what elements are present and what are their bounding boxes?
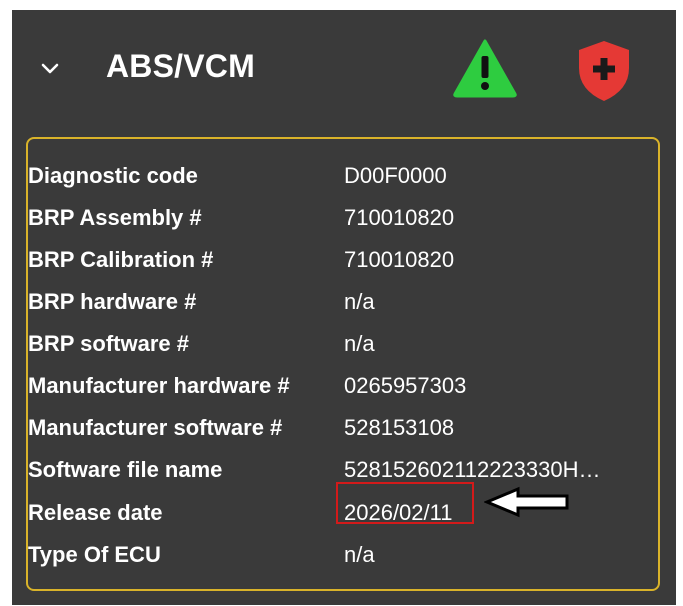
detail-row-manufacturer-software: Manufacturer software # 528153108 (28, 413, 638, 443)
detail-row-diagnostic-code: Diagnostic code D00F0000 (28, 161, 638, 191)
detail-label: BRP hardware # (28, 289, 197, 314)
detail-label: Release date (28, 500, 163, 525)
detail-label: BRP Assembly # (28, 205, 202, 230)
detail-label: Manufacturer software # (28, 415, 283, 440)
detail-row-brp-software: BRP software # n/a (28, 329, 638, 359)
detail-label: Manufacturer hardware # (28, 373, 290, 398)
detail-value: 710010820 (344, 205, 455, 230)
detail-value: n/a (344, 542, 375, 567)
detail-label: BRP Calibration # (28, 247, 214, 272)
chevron-down-icon[interactable] (38, 56, 62, 80)
release-date-highlight-box (336, 482, 474, 524)
detail-label: BRP software # (28, 331, 189, 356)
detail-row-brp-calibration: BRP Calibration # 710010820 (28, 245, 638, 275)
detail-label: Diagnostic code (28, 163, 198, 188)
warning-triangle-icon[interactable] (452, 38, 518, 98)
detail-label: Software file name (28, 457, 223, 482)
detail-value: n/a (344, 289, 375, 314)
detail-row-brp-assembly: BRP Assembly # 710010820 (28, 203, 638, 233)
detail-value: 528152602112223330H… (344, 457, 601, 482)
detail-value: n/a (344, 331, 375, 356)
module-title: ABS/VCM (106, 48, 255, 84)
shield-plus-icon[interactable] (574, 38, 634, 104)
detail-row-software-file-name: Software file name 528152602112223330H… (28, 455, 638, 485)
detail-value: 528153108 (344, 415, 455, 440)
detail-row-brp-hardware: BRP hardware # n/a (28, 287, 638, 317)
detail-value: 710010820 (344, 247, 455, 272)
ecu-panel-header[interactable]: ABS/VCM (12, 10, 676, 130)
detail-label: Type Of ECU (28, 542, 161, 567)
left-arrow-icon (484, 486, 569, 518)
detail-value: D00F0000 (344, 163, 447, 188)
detail-value: 0265957303 (344, 373, 467, 398)
detail-row-type-of-ecu: Type Of ECU n/a (28, 540, 638, 570)
detail-row-manufacturer-hardware: Manufacturer hardware # 0265957303 (28, 371, 638, 401)
